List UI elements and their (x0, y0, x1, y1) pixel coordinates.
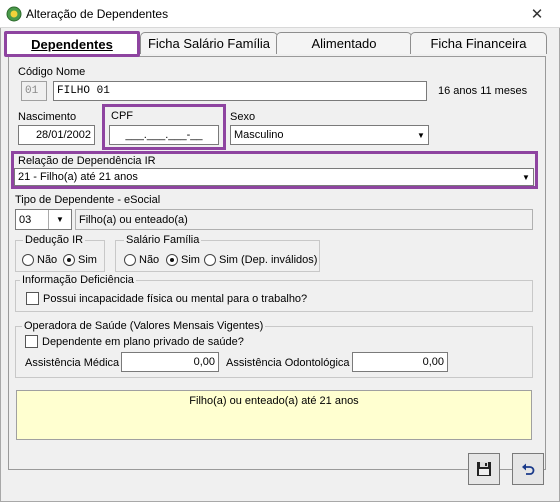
sexo-label: Sexo (230, 111, 256, 123)
codigo-field[interactable]: 01 (21, 81, 47, 101)
radio-icon[interactable] (166, 254, 178, 266)
relacao-value: 21 - Filho(a) até 21 anos (18, 171, 138, 183)
deficiencia-checkbox-label: Possui incapacidade física ou mental par… (43, 292, 308, 305)
operadora-label: Operadora de Saúde (Valores Mensais Vige… (22, 320, 266, 332)
tab-label: Alimentado (311, 36, 377, 51)
tipo-dependente-label: Tipo de Dependente - eSocial (15, 194, 161, 206)
tab-ficha-salario-familia[interactable]: Ficha Salário Família (140, 32, 278, 54)
operadora-group (15, 326, 533, 378)
deficiencia-checkbox[interactable]: Possui incapacidade física ou mental par… (26, 292, 307, 305)
assistencia-odonto-label: Assistência Odontológica (226, 357, 350, 369)
nascimento-field[interactable]: 28/01/2002 (18, 125, 95, 145)
radio-label: Sim (Dep. inválidos) (219, 254, 318, 266)
nome-field[interactable]: FILHO 01 (53, 81, 427, 101)
radio-label: Sim (78, 254, 97, 266)
tab-alimentado[interactable]: Alimentado (276, 32, 412, 54)
save-button[interactable] (468, 453, 500, 485)
relacao-label: Relação de Dependência IR (18, 155, 156, 167)
plano-privado-label: Dependente em plano privado de saúde? (42, 335, 244, 348)
sexo-value: Masculino (234, 129, 284, 141)
tab-label: Ficha Salário Família (147, 36, 271, 51)
close-icon[interactable]: ✕ (514, 0, 560, 28)
undo-icon (522, 463, 535, 475)
assistencia-odonto-field[interactable]: 0,00 (352, 352, 448, 372)
relacao-select[interactable]: 21 - Filho(a) até 21 anos ▼ (14, 168, 534, 186)
cpf-field[interactable]: ___.___.___-__ (109, 125, 219, 145)
assistencia-medica-label: Assistência Médica (25, 357, 120, 369)
app-icon (6, 6, 22, 22)
radio-icon[interactable] (124, 254, 136, 266)
save-icon (477, 462, 491, 476)
deducao-ir-label: Dedução IR (23, 234, 86, 246)
tipo-description: Filho(a) ou enteado(a) (75, 209, 533, 230)
cpf-label: CPF (111, 110, 133, 122)
nascimento-label: Nascimento (18, 111, 77, 123)
tab-ficha-financeira[interactable]: Ficha Financeira (410, 32, 547, 54)
chevron-down-icon[interactable]: ▼ (519, 169, 533, 185)
chevron-down-icon[interactable]: ▼ (48, 210, 71, 229)
deficiencia-label: Informação Deficiência (20, 274, 136, 286)
codigo-nome-label: Código Nome (18, 66, 86, 78)
info-text: Filho(a) ou enteado(a) até 21 anos (189, 395, 359, 407)
plano-privado-checkbox[interactable]: Dependente em plano privado de saúde? (25, 335, 244, 348)
undo-button[interactable] (512, 453, 544, 485)
title-bar: Alteração de Dependentes ✕ (0, 0, 560, 28)
salario-familia-label: Salário Família (124, 234, 202, 246)
tab-label: Ficha Financeira (430, 36, 527, 51)
age-text: 16 anos 11 meses (438, 85, 528, 97)
radio-icon[interactable] (22, 254, 34, 266)
tab-dependentes[interactable]: Dependentes (4, 31, 140, 57)
radio-label: Não (37, 254, 58, 266)
tipo-dependente-select[interactable]: 03 ▼ (15, 209, 72, 230)
salario-sim-radio[interactable]: Sim (166, 254, 200, 266)
assistencia-medica-field[interactable]: 0,00 (121, 352, 219, 372)
radio-label: Sim (181, 254, 200, 266)
deducao-nao-radio[interactable]: Não (22, 254, 57, 266)
checkbox-icon[interactable] (26, 292, 39, 305)
salario-nao-radio[interactable]: Não (124, 254, 159, 266)
tab-label: Dependentes (31, 37, 113, 52)
chevron-down-icon[interactable]: ▼ (414, 126, 428, 144)
info-box: Filho(a) ou enteado(a) até 21 anos (16, 390, 532, 440)
sexo-select[interactable]: Masculino ▼ (230, 125, 429, 145)
salario-sim-invalidos-radio[interactable]: Sim (Dep. inválidos) (204, 254, 317, 266)
radio-label: Não (139, 254, 160, 266)
radio-icon[interactable] (204, 254, 216, 266)
checkbox-icon[interactable] (25, 335, 38, 348)
deducao-sim-radio[interactable]: Sim (63, 254, 97, 266)
radio-icon[interactable] (63, 254, 75, 266)
tipo-code: 03 (19, 213, 32, 226)
window-title: Alteração de Dependentes (26, 7, 169, 21)
